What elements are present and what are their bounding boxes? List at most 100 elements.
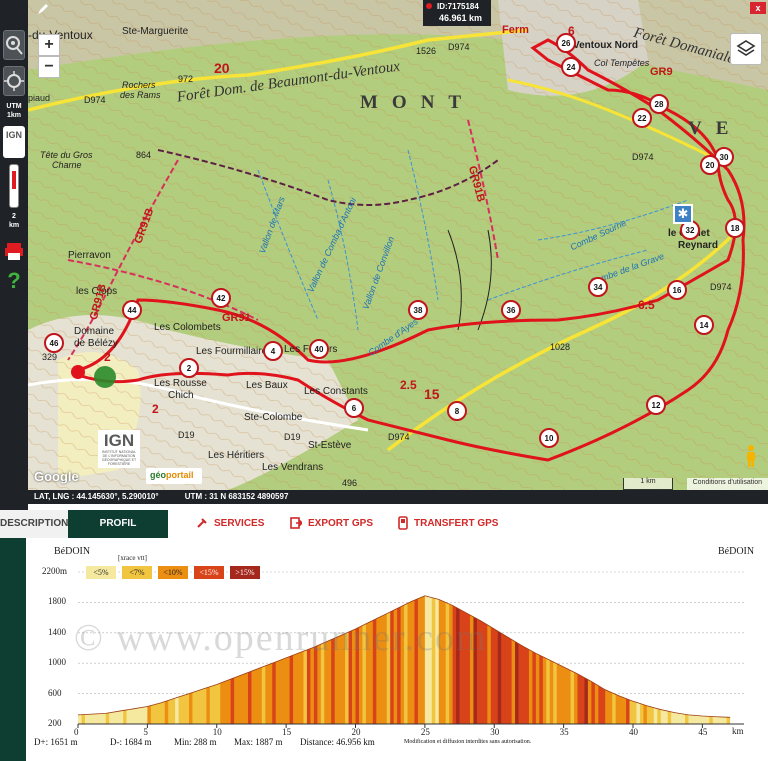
print-icon[interactable] [3, 240, 25, 264]
grade-stripe [612, 595, 617, 724]
zoom-out-button[interactable]: − [38, 56, 60, 78]
y-tick-label: 200 [48, 718, 62, 728]
grade-stripe [691, 595, 696, 724]
map-label-d19b: D19 [284, 432, 301, 442]
waypoint-marker[interactable]: 24 [561, 57, 581, 77]
grade-stripe [650, 595, 655, 724]
waypoint-marker[interactable]: 18 [725, 218, 745, 238]
grade-stripe [681, 595, 686, 724]
map-label-tete-gros: Tête du Gros [40, 150, 93, 160]
latlng-readout: LAT, LNG : 44.145630°, 5.290010° [34, 492, 159, 501]
grade-stripe [709, 595, 714, 724]
tab-profil-altimetrique[interactable]: PROFIL ALTIMETRIQUE [68, 510, 168, 557]
locate-icon[interactable] [3, 66, 25, 96]
help-button[interactable]: ? [3, 268, 25, 294]
grade-stripe [497, 595, 502, 724]
tab-bar: DESCRIPTION PROFIL ALTIMETRIQUE SERVICES… [0, 510, 768, 557]
close-button[interactable]: x [750, 2, 766, 14]
map-label-ventoux-nord: Ventoux Nord [573, 40, 639, 51]
grade-stripe [494, 595, 499, 724]
layers-button[interactable] [730, 33, 762, 65]
utm-label: UTM [6, 103, 22, 110]
x-tick-label: 15 [282, 727, 292, 737]
scale-unit: km [8, 222, 20, 229]
export-gps-button[interactable]: EXPORT GPS [290, 510, 373, 538]
grade-stripe [636, 595, 641, 724]
grade-stripe [535, 595, 540, 724]
google-logo: Google [34, 469, 79, 484]
tab-description[interactable]: DESCRIPTION [0, 510, 68, 538]
map-label-864: 864 [136, 150, 152, 160]
zoom-region-icon[interactable] [3, 30, 25, 60]
scale-slider[interactable] [9, 164, 19, 208]
y-tick-label: 1800 [48, 596, 66, 607]
grade-stripe [511, 595, 516, 724]
map-label-st-esteve: St-Estève [308, 440, 352, 451]
grade-stripe [674, 595, 679, 724]
waypoint-marker[interactable]: 12 [646, 395, 666, 415]
waypoint-marker[interactable]: 4 [263, 341, 283, 361]
waypoint-marker[interactable]: 34 [588, 277, 608, 297]
grade-stripe [712, 595, 717, 724]
waypoint-marker[interactable]: 36 [501, 300, 521, 320]
utm-readout: UTM : 31 N 683152 4890597 [184, 492, 289, 501]
map-toolbar: UTM 1km IGN 2 km ? [0, 0, 28, 512]
grade-stripe [615, 595, 620, 724]
scale-slider-fill [12, 171, 16, 189]
edit-pen-icon[interactable] [36, 2, 50, 16]
legend-swatch: <5% [86, 566, 116, 579]
waypoint-marker[interactable]: 44 [122, 300, 142, 320]
geoportail-b: portail [166, 470, 194, 480]
grade-stripe [601, 595, 606, 724]
waypoint-marker[interactable]: 46 [44, 333, 64, 353]
grade-stripe [705, 595, 710, 724]
grade-stripe [487, 595, 492, 724]
waypoint-marker[interactable]: 20 [700, 155, 720, 175]
grade-stripe [646, 595, 651, 724]
grade-stripe [546, 595, 551, 724]
grade-stripe [539, 595, 544, 724]
x-tick-label: 40 [629, 727, 638, 737]
grade-stripe [685, 595, 689, 724]
stat-dminus: D-: 1684 m [110, 737, 152, 747]
tools-icon [197, 518, 207, 529]
grade-stripe [660, 595, 665, 724]
waypoint-marker[interactable]: 38 [408, 300, 428, 320]
utm-toggle[interactable]: UTM 1km [3, 102, 25, 120]
map-label-col-tempetes: Col Tempêtes [594, 58, 650, 68]
grade-stripe [594, 595, 599, 724]
map-attribution-link[interactable]: Conditions d'utilisation [686, 478, 768, 490]
grade-stripe [563, 595, 568, 724]
grade-stripe [518, 595, 523, 724]
transfert-gps-button[interactable]: TRANSFERT GPS [398, 510, 498, 538]
services-button[interactable]: SERVICES [196, 510, 264, 538]
x-tick-label: 45 [698, 727, 708, 737]
map-view[interactable]: -du-Ventoux Ste-Marguerite Rochers des R… [28, 0, 768, 490]
map-label-gr9: GR9 [650, 66, 673, 78]
map-label-les-heritiers: Les Héritiers [208, 450, 265, 461]
waypoint-marker[interactable]: 8 [447, 401, 467, 421]
waypoint-marker[interactable]: 40 [309, 339, 329, 359]
x-axis-unit: km [732, 726, 744, 736]
waypoint-marker[interactable]: 42 [211, 288, 231, 308]
zoom-in-button[interactable]: + [38, 34, 60, 56]
waypoint-marker[interactable]: 28 [649, 94, 669, 114]
waypoint-marker[interactable]: 22 [632, 108, 652, 128]
waypoint-marker[interactable]: 2 [179, 358, 199, 378]
waypoint-marker[interactable]: 16 [667, 280, 687, 300]
x-tick-label: 5 [143, 727, 148, 737]
waypoint-marker[interactable]: 26 [556, 33, 576, 53]
grade-stripe [587, 595, 592, 724]
waypoint-marker[interactable]: 10 [539, 428, 559, 448]
grade-stripe [570, 595, 575, 724]
ign-logo: IGN INSTITUT NATIONAL DE L'INFORMATION G… [98, 430, 140, 468]
map-label-km-2: 2 [152, 402, 159, 416]
ign-layer-button[interactable]: IGN [3, 126, 25, 158]
legend-swatch: <7% [122, 566, 152, 579]
street-view-pegman-icon[interactable] [744, 444, 758, 468]
waypoint-marker[interactable]: 14 [694, 315, 714, 335]
map-label-les-fourmillaire: Les Fourmillaire [196, 346, 268, 357]
waypoint-marker[interactable]: 6 [344, 398, 364, 418]
y-tick-label: 1400 [48, 626, 66, 637]
grade-stripe [633, 595, 637, 724]
